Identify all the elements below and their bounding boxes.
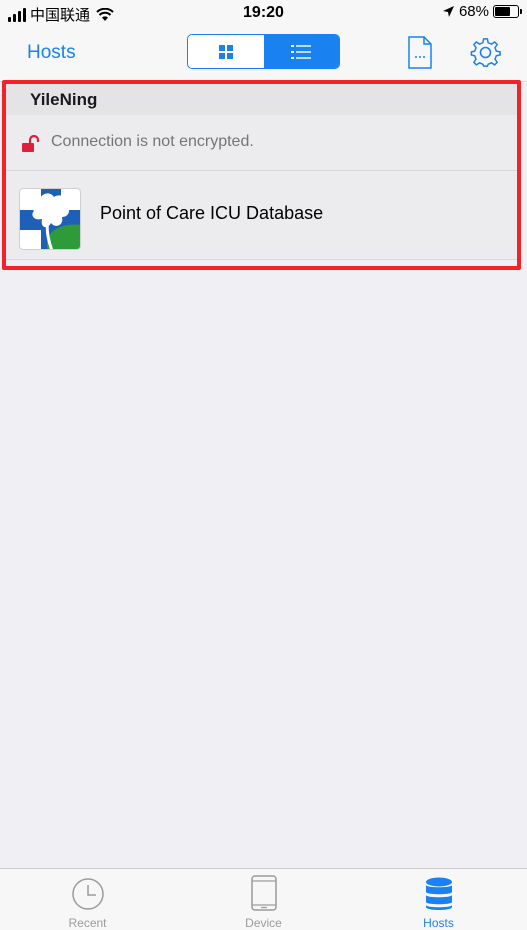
- database-row[interactable]: Point of Care ICU Database: [6, 171, 517, 260]
- tab-hosts[interactable]: Hosts: [351, 869, 526, 930]
- unlocked-lock-icon: [22, 135, 40, 152]
- nav-bar: Hosts: [0, 26, 527, 82]
- database-logo-icon: [19, 188, 81, 250]
- tab-device-label: Device: [245, 916, 282, 930]
- database-icon: [425, 877, 452, 910]
- tab-recent-label: Recent: [68, 916, 107, 930]
- battery-percentage: 68%: [458, 3, 489, 20]
- tab-device[interactable]: Device: [176, 869, 351, 930]
- connection-status-text: Connection is not encrypted.: [51, 133, 254, 150]
- grid-view-button[interactable]: [188, 35, 264, 68]
- page-title: Hosts: [27, 42, 76, 63]
- status-bar: 中国联通 19:20 68%: [0, 0, 527, 26]
- status-right: 68%: [442, 3, 522, 20]
- clock-icon: [71, 878, 104, 910]
- settings-button[interactable]: [470, 37, 501, 68]
- location-arrow-icon: [442, 6, 454, 17]
- host-section-header: YileNing: [6, 84, 517, 115]
- host-name: YileNing: [30, 90, 98, 109]
- database-name: Point of Care ICU Database: [100, 203, 324, 223]
- list-icon: [291, 44, 312, 59]
- tab-hosts-label: Hosts: [423, 916, 454, 930]
- grid-icon: [218, 44, 233, 59]
- gear-icon: [470, 38, 501, 67]
- list-view-button[interactable]: [263, 35, 339, 68]
- tab-recent[interactable]: Recent: [0, 869, 175, 930]
- document-icon: [408, 36, 432, 69]
- battery-level: [495, 7, 510, 16]
- view-mode-segmented-control[interactable]: [187, 34, 340, 69]
- document-button[interactable]: [408, 36, 432, 69]
- connection-status-row: Connection is not encrypted.: [6, 115, 517, 171]
- device-icon: [250, 875, 277, 911]
- tab-bar: Recent Device Hosts: [0, 868, 527, 930]
- battery-icon: [493, 5, 522, 18]
